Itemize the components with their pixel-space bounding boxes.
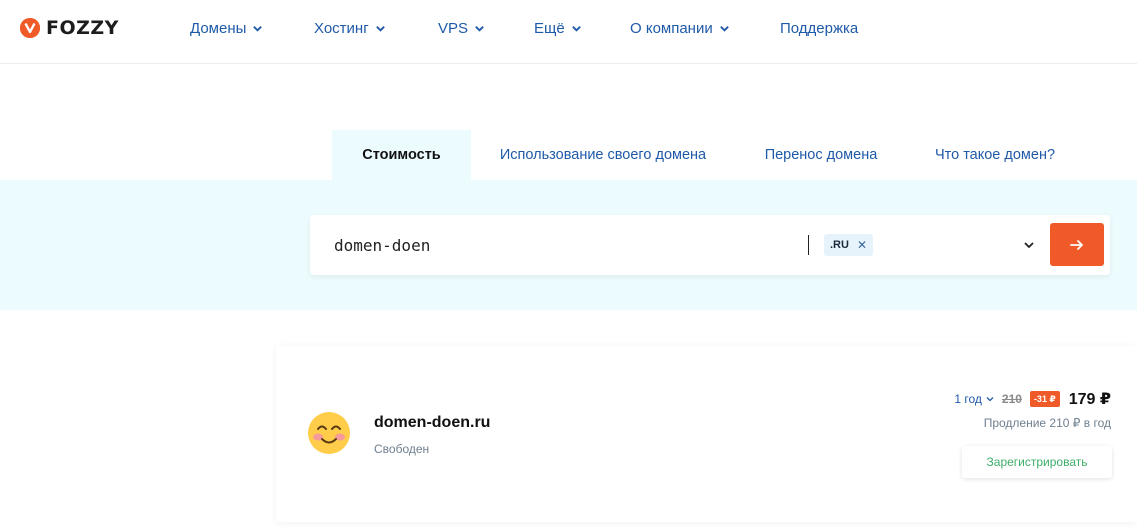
arrow-right-icon	[1070, 239, 1083, 250]
renewal-price: Продление 210 ₽ в год	[983, 416, 1111, 430]
chevron-down-icon	[475, 25, 484, 32]
zone-chip-label: .RU	[830, 239, 849, 251]
page: FOZZY Домены Хостинг VPS Ещё О компании	[0, 0, 1137, 529]
nav-item-label: VPS	[438, 19, 469, 37]
nav-item-more[interactable]: Ещё	[534, 19, 582, 37]
domain-search-box: .RU ✕	[310, 215, 1110, 275]
main-nav: Домены Хостинг VPS Ещё О компании Поддер…	[0, 0, 1137, 64]
zone-chip: .RU ✕	[824, 234, 874, 256]
chevron-down-icon	[986, 397, 994, 402]
domain-status: Свободен	[374, 442, 430, 456]
nav-item-about[interactable]: О компании	[630, 19, 730, 37]
tab-transfer[interactable]: Перенос домена	[752, 130, 890, 180]
nav-item-support[interactable]: Поддержка	[780, 19, 858, 37]
price-row: 1 год 210 -31 ₽ 179 ₽	[954, 389, 1111, 409]
smiling-face-icon	[308, 412, 350, 454]
nav-item-vps[interactable]: VPS	[438, 19, 485, 37]
register-button[interactable]: Зарегистрировать	[962, 446, 1112, 478]
domain-tabs: Стоимость Использование своего домена Пе…	[332, 130, 1092, 180]
discount-badge: -31 ₽	[1029, 391, 1060, 407]
tab-what-is-domain[interactable]: Что такое домен?	[928, 130, 1062, 180]
nav-item-label: Поддержка	[780, 19, 859, 37]
nav-item-label: Ещё	[534, 19, 565, 37]
nav-item-domains[interactable]: Домены	[190, 19, 263, 37]
domain-search-input[interactable]	[334, 231, 804, 259]
period-select[interactable]: 1 год	[954, 392, 994, 406]
search-submit-button[interactable]	[1050, 223, 1104, 266]
domain-name: domen-doen.ru	[374, 414, 491, 431]
chevron-down-icon[interactable]	[1023, 239, 1035, 251]
period-label: 1 год	[954, 392, 982, 406]
nav-item-label: О компании	[630, 19, 713, 37]
tab-pricing[interactable]: Стоимость	[332, 130, 471, 180]
chevron-down-icon	[375, 25, 385, 32]
domain-result-card: domen-doen.ru Свободен 1 год 210 -31 ₽ 1…	[276, 346, 1137, 522]
chevron-down-icon	[253, 25, 263, 32]
chevron-down-icon	[571, 25, 581, 32]
tab-own-domain[interactable]: Использование своего домена	[487, 130, 719, 180]
site-header: FOZZY Домены Хостинг VPS Ещё О компании	[0, 0, 1137, 64]
chevron-down-icon	[719, 25, 729, 32]
old-price: 210	[1001, 392, 1022, 406]
current-price: 179 ₽	[1068, 391, 1111, 408]
close-icon[interactable]: ✕	[857, 238, 867, 252]
nav-item-label: Домены	[190, 19, 247, 37]
input-divider	[808, 235, 809, 255]
nav-item-hosting[interactable]: Хостинг	[314, 19, 386, 37]
nav-item-label: Хостинг	[314, 19, 369, 37]
